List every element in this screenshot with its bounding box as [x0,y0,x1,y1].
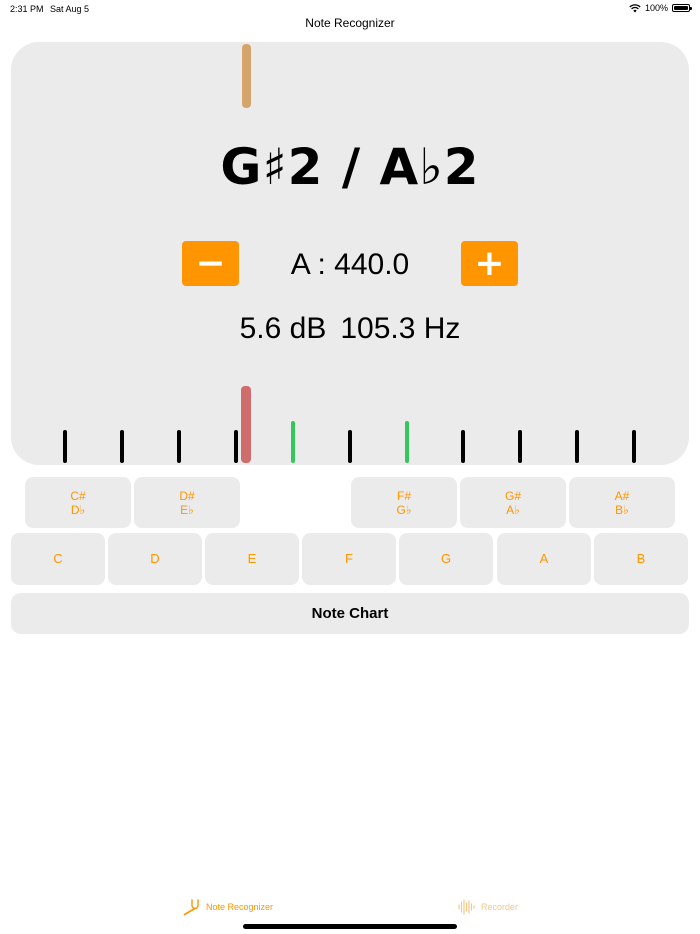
plus-icon: + [474,242,505,284]
status-time: 2:31 PM [10,4,44,14]
signal-readout: 5.6 dB 105.3 Hz [11,312,689,346]
key-flat-label: A♭ [506,502,520,517]
scale-tick [348,430,352,463]
target-pitch-marker [242,44,251,108]
level-readout: 5.6 dB [239,312,327,345]
scale-tick [461,430,465,463]
scale-tick [632,430,636,463]
wifi-icon [629,3,641,12]
key-flat-label: B♭ [615,502,629,517]
home-indicator[interactable] [243,924,457,929]
tab-note-recognizer[interactable]: Note Recognizer [182,898,273,916]
key-label: B [636,551,646,566]
key-d[interactable]: D [108,533,202,585]
page-title: Note Recognizer [305,16,395,30]
reference-pitch: A : 440.0 [290,248,410,281]
key-flat-label: E♭ [180,502,194,517]
key-sharp-label: G# [504,488,521,503]
in-tune-tick [405,421,409,463]
tuner-panel: G♯2 / A♭2 − A : 440.0 + 5.6 dB 105.3 Hz [11,42,689,465]
battery-percent: 100% [644,3,668,13]
key-a[interactable]: A [497,533,591,585]
note-chart-label: Note Chart [311,605,389,622]
scale-tick [177,430,181,463]
key-a-sharp[interactable]: A# B♭ [569,477,675,528]
key-sharp-label: C# [70,488,86,503]
key-e[interactable]: E [205,533,299,585]
key-flat-label: D♭ [70,502,86,517]
status-date: Sat Aug 5 [50,4,90,14]
key-label: G [440,551,452,566]
tuning-fork-icon [183,899,199,916]
pitch-needle [241,386,251,463]
key-c[interactable]: C [11,533,105,585]
detected-note: G♯2 / A♭2 [220,138,480,196]
key-g-sharp[interactable]: G# A♭ [460,477,566,528]
key-label: E [247,551,257,566]
scale-tick [575,430,579,463]
note-chart-button[interactable]: Note Chart [11,593,689,634]
increase-reference-button[interactable]: + [461,241,518,286]
key-c-sharp[interactable]: C# D♭ [25,477,131,528]
status-right: 100% [629,3,692,13]
frequency-readout: 105.3 Hz [340,312,461,345]
tab-label: Recorder [481,902,519,912]
key-label: F [345,551,353,566]
key-b[interactable]: B [594,533,688,585]
scale-tick [518,430,522,463]
key-label: D [150,551,160,566]
waveform-icon [458,899,475,915]
key-label: A [539,551,549,566]
battery-icon [672,4,692,12]
key-sharp-label: A# [614,488,630,503]
key-f-sharp[interactable]: F# G♭ [351,477,457,528]
key-f[interactable]: F [302,533,396,585]
scale-tick [120,430,124,463]
tab-recorder[interactable]: Recorder [457,898,518,916]
key-flat-label: G♭ [396,502,412,517]
scale-tick [234,430,238,463]
scale-tick [63,430,67,463]
key-d-sharp[interactable]: D# E♭ [134,477,240,528]
tab-label: Note Recognizer [206,902,274,912]
key-g[interactable]: G [399,533,493,585]
in-tune-tick [291,421,295,463]
key-label: C [53,551,63,566]
key-sharp-label: F# [396,488,411,503]
key-sharp-label: D# [179,488,195,503]
